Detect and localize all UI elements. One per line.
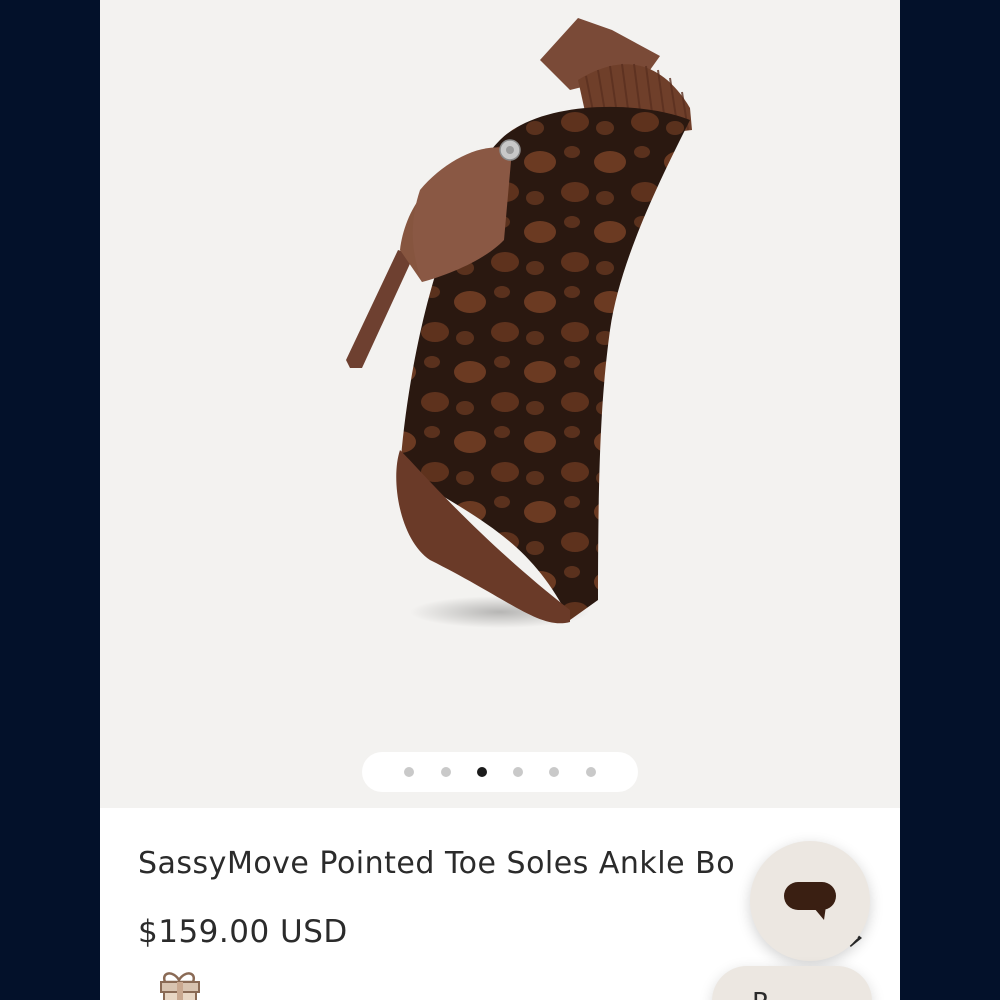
gallery-dot[interactable] [585, 767, 596, 777]
gallery-dot[interactable] [549, 767, 560, 777]
product-image [346, 18, 692, 628]
chat-button[interactable] [750, 841, 870, 961]
floating-action-label: R [752, 988, 770, 1000]
gallery-dot[interactable] [404, 767, 415, 777]
product-image-gallery[interactable] [100, 0, 900, 808]
chat-bubble-icon [784, 882, 836, 920]
gallery-dot-active[interactable] [476, 767, 487, 777]
product-price: $159.00 USD [138, 914, 348, 950]
gallery-dot[interactable] [513, 767, 524, 777]
gift-icon[interactable] [155, 968, 205, 1000]
gallery-pagination [362, 752, 638, 792]
product-title: SassyMove Pointed Toe Soles Ankle Bo [138, 846, 736, 881]
floating-action-button[interactable]: R [712, 966, 872, 1000]
gallery-dot[interactable] [440, 767, 451, 777]
product-page: SassyMove Pointed Toe Soles Ankle Bo $15… [100, 0, 900, 1000]
